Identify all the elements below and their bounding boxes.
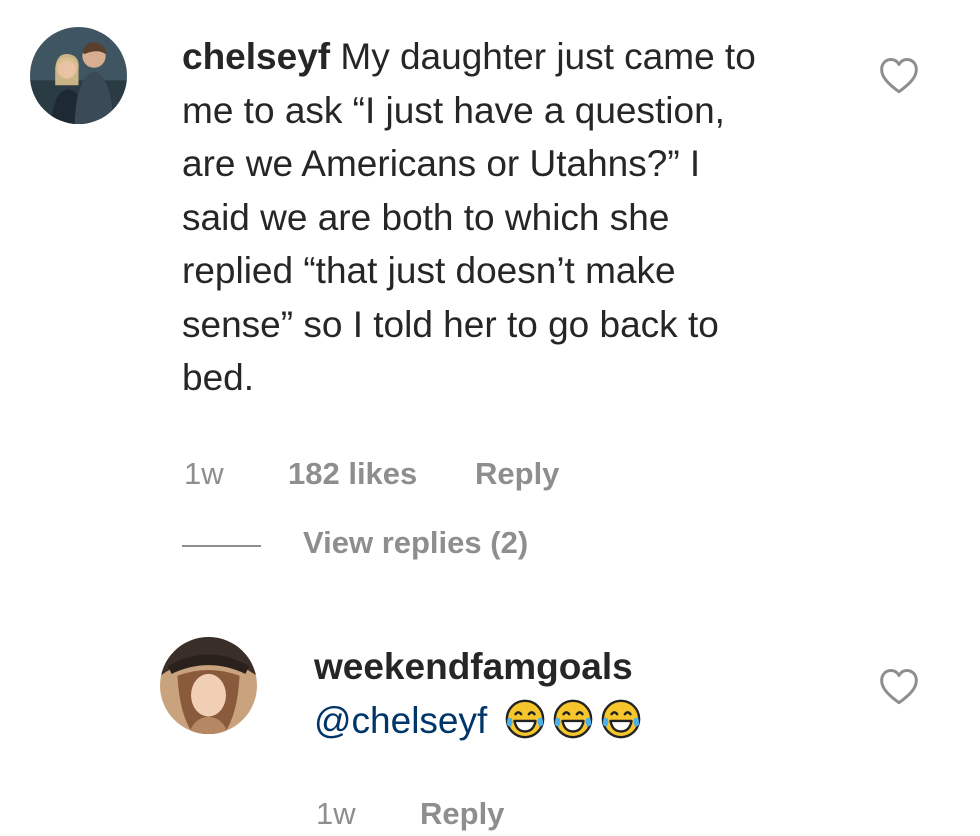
avatar-weekendfamgoals[interactable] (160, 637, 257, 734)
likes-count[interactable]: 182 likes (288, 456, 417, 492)
comment-text-line: replied “that just doesn’t make (182, 250, 676, 291)
view-replies-button[interactable]: View replies (2) (303, 525, 528, 561)
tears-of-joy-emoji-icon (600, 698, 642, 740)
avatar-chelseyf[interactable] (30, 27, 127, 124)
comment-text-line: My daughter just came to (340, 36, 756, 77)
reply-timestamp[interactable]: 1w (316, 796, 356, 832)
comment-meta: 1w 182 likes Reply (184, 456, 684, 496)
mention-link[interactable]: @chelseyf (314, 700, 487, 741)
comment-line: chelseyf My daughter just came to (182, 30, 882, 84)
like-heart-icon[interactable] (879, 668, 919, 706)
replies-divider (182, 545, 261, 547)
comment-timestamp[interactable]: 1w (184, 456, 224, 492)
reply-meta: 1w Reply (316, 796, 616, 836)
reply-body: weekendfamgoals @chelseyf (314, 640, 874, 747)
comment-text-line: me to ask “I just have a question, (182, 89, 725, 131)
comment-text-line: sense” so I told her to go back to (182, 303, 719, 345)
comment-text-line: said we are both to which she (182, 196, 670, 238)
comment-body: chelseyf My daughter just came to me to … (182, 30, 882, 405)
reply-line: weekendfamgoals (314, 640, 874, 694)
reply-button[interactable]: Reply (420, 796, 504, 832)
reply-username[interactable]: weekendfamgoals (314, 646, 633, 687)
like-heart-icon[interactable] (879, 57, 919, 95)
comment-username[interactable]: chelseyf (182, 36, 330, 77)
reply-line: @chelseyf (314, 694, 874, 748)
reply-button[interactable]: Reply (475, 456, 559, 492)
tears-of-joy-emoji-icon (504, 698, 546, 740)
tears-of-joy-emoji-icon (552, 698, 594, 740)
comment-text-line: bed. (182, 357, 255, 398)
comment-text-line: are we Americans or Utahns?” I (182, 143, 701, 184)
